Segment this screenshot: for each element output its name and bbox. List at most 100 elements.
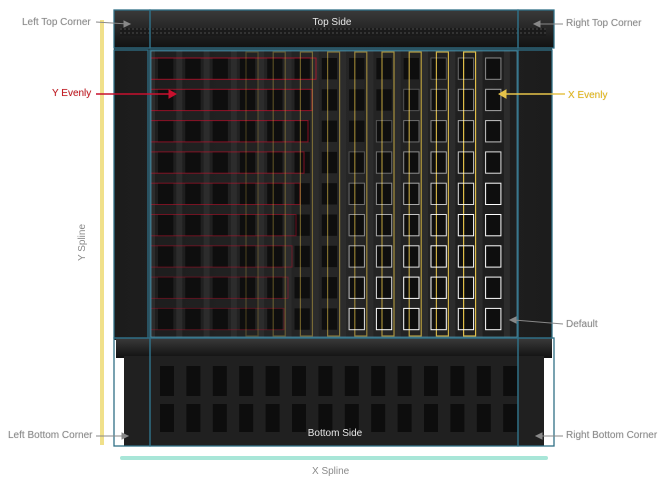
facade-window <box>431 58 447 80</box>
facade-window <box>485 183 501 205</box>
facade-window <box>485 308 501 330</box>
facade-window <box>294 245 310 268</box>
base-window <box>503 366 518 396</box>
facade-window <box>239 214 256 236</box>
facade-window <box>321 183 338 205</box>
base-window <box>212 366 227 396</box>
facade-window <box>294 89 310 111</box>
facade-window <box>212 308 228 330</box>
facade-window <box>267 151 283 174</box>
facade-window <box>239 58 256 80</box>
facade-window <box>267 277 283 299</box>
facade-window <box>158 277 174 299</box>
building-diagram: Left Top Corner Right Top Corner Top Sid… <box>0 0 664 481</box>
facade-window <box>485 120 501 142</box>
facade-window <box>431 120 447 142</box>
x-evenly-label: X Evenly <box>568 90 608 101</box>
facade-window <box>485 151 501 174</box>
base-window <box>212 404 227 432</box>
base-window <box>186 404 201 432</box>
facade-window <box>376 308 392 330</box>
facade-window <box>267 214 283 236</box>
facade-window <box>294 58 310 80</box>
x-spline-bar <box>120 456 548 460</box>
facade-window <box>239 183 256 205</box>
facade-illustration <box>95 9 565 460</box>
facade-window <box>431 183 447 205</box>
facade-window <box>458 308 474 330</box>
left-bottom-corner-label: Left Bottom Corner <box>8 430 93 441</box>
facade-window <box>376 214 392 236</box>
base-window <box>239 366 254 396</box>
base-window <box>424 366 438 396</box>
facade-pilaster <box>230 50 237 338</box>
facade-window <box>212 277 228 299</box>
facade-window <box>212 151 228 174</box>
base-window <box>292 366 306 396</box>
facade-window <box>349 214 365 236</box>
facade-window <box>403 120 419 142</box>
facade-window <box>267 58 283 80</box>
facade-window <box>321 120 338 142</box>
facade-window <box>376 120 392 142</box>
right-top-corner-label: Right Top Corner <box>566 18 642 29</box>
facade-window <box>349 58 365 80</box>
facade-window <box>185 89 201 111</box>
facade-window <box>485 214 501 236</box>
base-window <box>371 366 386 396</box>
facade-window <box>458 151 474 174</box>
facade-window <box>403 277 419 299</box>
facade-window <box>458 183 474 205</box>
facade-window <box>294 151 310 174</box>
base-window <box>186 366 201 396</box>
facade-window <box>212 58 228 80</box>
default-label: Default <box>566 319 598 330</box>
facade-window <box>403 214 419 236</box>
base-window <box>503 404 518 432</box>
base-window <box>450 404 465 432</box>
facade-window <box>485 245 501 268</box>
bottom-side-label: Bottom Side <box>307 428 363 439</box>
facade-window <box>158 183 174 205</box>
facade-window <box>321 89 338 111</box>
base-window <box>265 404 280 432</box>
facade-window <box>212 245 228 268</box>
facade-window <box>267 245 283 268</box>
facade-window <box>403 58 419 80</box>
left-top-corner-label: Left Top Corner <box>22 17 91 28</box>
facade-window <box>294 214 310 236</box>
facade-window <box>349 277 365 299</box>
facade-window <box>158 245 174 268</box>
facade-window <box>158 151 174 174</box>
facade-window <box>376 151 392 174</box>
facade-window <box>267 308 283 330</box>
facade-pilaster <box>176 50 183 338</box>
facade-pilaster <box>476 50 483 338</box>
base-window <box>239 404 254 432</box>
facade-window <box>403 151 419 174</box>
base-window <box>371 404 386 432</box>
facade-window <box>376 245 392 268</box>
facade-pilaster <box>422 50 428 338</box>
facade-window <box>239 308 256 330</box>
facade-window <box>349 308 365 330</box>
facade-pilaster <box>449 50 456 338</box>
facade-window <box>294 308 310 330</box>
base-window <box>450 366 465 396</box>
facade-window <box>185 245 201 268</box>
right-bottom-corner-label: Right Bottom Corner <box>566 430 658 441</box>
facade-window <box>185 214 201 236</box>
facade-window <box>185 277 201 299</box>
facade-window <box>485 58 501 80</box>
facade-window <box>239 89 256 111</box>
facade-window <box>212 183 228 205</box>
facade-window <box>485 89 501 111</box>
facade-window <box>321 245 338 268</box>
base-window <box>265 366 280 396</box>
top-cornice-dentils <box>120 28 546 36</box>
facade-window <box>321 151 338 174</box>
facade-window <box>349 183 365 205</box>
facade-window <box>239 277 256 299</box>
base-window <box>476 366 491 396</box>
facade-pilaster <box>258 50 265 338</box>
